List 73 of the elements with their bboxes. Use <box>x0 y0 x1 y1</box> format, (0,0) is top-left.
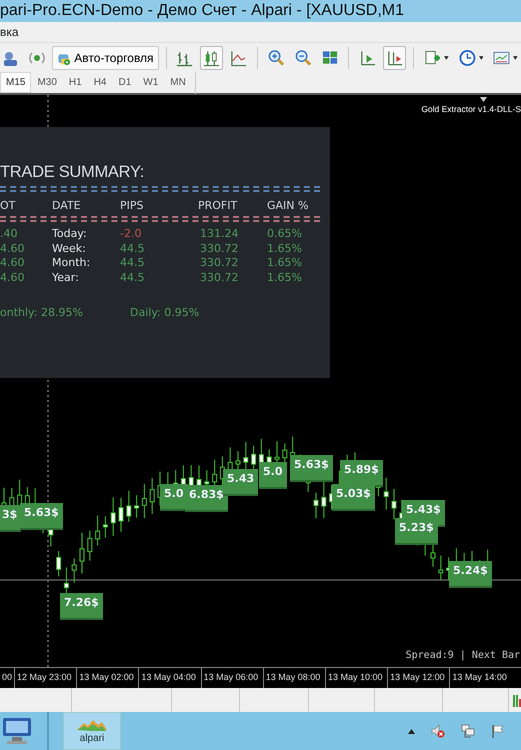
window-title: pari-Pro.ECN-Demo - Демо Счет - Alpari - [XAUUSD,M1 <box>0 0 521 22</box>
table-cell-text: 330.72 <box>200 270 238 286</box>
zoom-in-icon <box>268 48 286 66</box>
table-cell-text: 44.5 <box>120 240 144 257</box>
new-chart-icon <box>424 48 442 66</box>
timeframe-tab[interactable]: H1 <box>62 72 88 93</box>
profit-label: 5.43 <box>223 469 258 496</box>
table-cell-text: 44.5 <box>120 270 144 286</box>
profit-label: 5.24$ <box>449 561 492 588</box>
chart-shift-icon <box>386 48 404 66</box>
timeframe-tab[interactable]: D1 <box>112 72 138 93</box>
zoom-out-icon <box>295 48 312 66</box>
caret-icon <box>513 56 518 60</box>
daily-gain: Daily: 0.95% <box>130 305 200 321</box>
profit-label: 6.83$ <box>185 485 228 512</box>
monthly-gain: onthly: 28.95% <box>0 305 83 321</box>
table-cell-text: 330.72 <box>200 240 238 257</box>
indicator-name: Gold Extractor v1.4-DLL-S <box>421 103 521 116</box>
table-cell-text: .40 <box>0 226 18 242</box>
timeframe-tab[interactable]: MN <box>164 72 192 93</box>
tile-windows-icon <box>322 48 338 66</box>
connection-bars-icon <box>513 693 521 707</box>
timeframe-tab[interactable]: H4 <box>88 72 112 93</box>
table-cell-text: 1.65% <box>267 240 302 257</box>
table-cell-text: 4.60 <box>0 270 24 286</box>
network-icon <box>461 724 475 738</box>
auto-trading-button[interactable]: Авто-торговля <box>52 46 159 70</box>
table-cell-text: 1.65% <box>267 270 302 286</box>
speaker-muted-icon <box>431 724 445 738</box>
column-header: OT <box>0 198 16 214</box>
taskbar-app-button[interactable]: alpari <box>63 712 121 750</box>
caret-icon <box>408 728 415 734</box>
table-cell-text: -2.0 <box>120 226 142 242</box>
column-header: GAIN % <box>267 198 308 214</box>
profit-label: 5.89$ <box>340 460 383 486</box>
table-cell-text: 131.24 <box>200 226 238 242</box>
table-cell-text: Year: <box>52 270 79 286</box>
menu-item[interactable]: вка <box>0 25 19 39</box>
timeframe-tab[interactable]: W1 <box>137 72 164 93</box>
table-cell-text: 4.60 <box>0 255 24 272</box>
table-cell-text: Month: <box>52 255 90 272</box>
marker-icon <box>480 97 487 102</box>
computer-icon <box>0 715 34 747</box>
table-cell-text: Today: <box>52 226 87 242</box>
profit-label: 5.0 <box>259 462 286 488</box>
timeframe-tab[interactable]: M30 <box>31 72 63 93</box>
candlestick-icon <box>203 48 220 66</box>
candlestick-button[interactable] <box>200 46 224 70</box>
clock-icon <box>458 48 476 66</box>
profit-label: 5.63$ <box>20 503 63 530</box>
table-cell-text: 0.65% <box>267 226 302 242</box>
line-chart-icon <box>230 48 248 66</box>
table-cell-text: Week: <box>52 240 86 257</box>
autoscroll-icon <box>359 48 376 66</box>
profit-label: 3$ <box>0 505 22 532</box>
timeframe-tab[interactable]: M15 <box>0 72 32 93</box>
table-cell-text: 44.5 <box>120 255 144 272</box>
table-cell-text: 330.72 <box>200 255 238 272</box>
profit-label: 5.63$ <box>290 455 333 482</box>
caret-icon <box>478 56 484 60</box>
column-header: PIPS <box>120 198 144 214</box>
profit-label: 7.26$ <box>60 593 103 620</box>
table-cell-text: 4.60 <box>0 240 24 257</box>
flag-icon <box>491 724 505 738</box>
spread-status: Spread:9 | Next Bar <box>406 649 520 663</box>
profit-label: 5.03$ <box>332 484 375 510</box>
column-header: DATE <box>52 198 81 214</box>
time-label: 00 <box>1 671 14 684</box>
summary-title: TRADE SUMMARY: <box>0 162 144 183</box>
chart-shift-button[interactable] <box>383 46 406 70</box>
column-header: PROFIT <box>198 198 238 214</box>
caret-icon <box>444 56 449 60</box>
table-cell-text: 1.65% <box>267 255 302 272</box>
